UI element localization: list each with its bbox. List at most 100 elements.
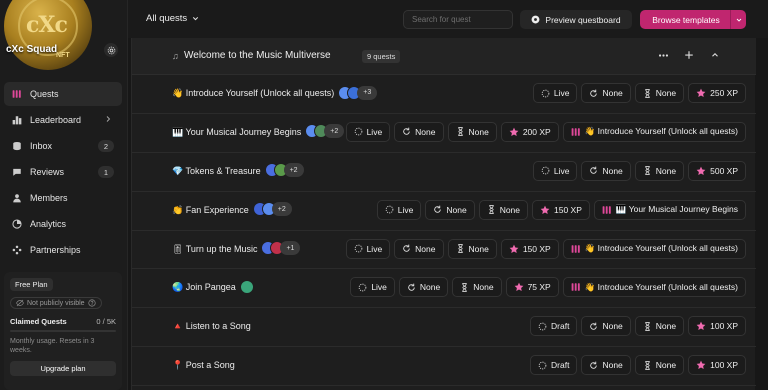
xp-chip[interactable]: 500 XP	[688, 160, 746, 181]
cooldown-chip[interactable]: None	[447, 238, 497, 259]
status-chip[interactable]: Live	[345, 238, 391, 259]
unlock-condition-chip-label: 👋 Introduce Yourself (Unlock all quests)	[584, 243, 738, 254]
more-avatars-badge: +2	[283, 163, 304, 178]
xp-chip[interactable]: 100 XP	[688, 355, 746, 376]
preview-questboard-button[interactable]: Preview questboard	[520, 10, 632, 29]
quests-icon	[602, 205, 612, 215]
recurrence-chip[interactable]: None	[581, 160, 631, 181]
quest-title: 🎹 Your Musical Journey Begins	[172, 126, 302, 137]
assignee-avatars[interactable]: +3	[338, 85, 378, 100]
refresh-icon	[589, 361, 598, 370]
search-input[interactable]	[403, 10, 513, 29]
sidebar-item-leaderboard[interactable]: Leaderboard	[4, 108, 122, 132]
sidebar-item-label: Reviews	[30, 167, 65, 177]
status-dotted-circle-icon	[538, 322, 547, 331]
assignee-avatars[interactable]: +2	[252, 202, 292, 217]
status-chip[interactable]: Draft	[530, 355, 578, 376]
xp-chip[interactable]: 200 XP	[500, 121, 559, 142]
gear-icon[interactable]	[104, 43, 118, 57]
status-chip[interactable]: Live	[532, 160, 578, 181]
upgrade-plan-button[interactable]: Upgrade plan	[10, 361, 116, 376]
cooldown-chip[interactable]: None	[634, 160, 685, 181]
quest-properties: Live None None 75 XP 👋 Introduce Yourself (U…	[350, 277, 746, 298]
more-avatars-badge: +3	[357, 85, 378, 100]
quest-row[interactable]: 🌏 Join Pangea Live None None 75 XP 👋 Introduc…	[132, 269, 756, 309]
sidebar-item-inbox[interactable]: Inbox 2	[4, 134, 122, 158]
quest-row[interactable]: 💎 Tokens & Treasure +2 Live None None 500 XP	[132, 153, 756, 192]
unlock-condition-chip-label: 🎹 Your Musical Journey Begins	[615, 204, 738, 215]
sidebar-item-members[interactable]: Members	[4, 186, 122, 210]
preview-label: Preview questboard	[545, 14, 621, 25]
xp-chip[interactable]: 75 XP	[505, 277, 559, 298]
reviews-icon	[12, 167, 22, 177]
recurrence-chip[interactable]: None	[394, 238, 444, 259]
chevron-up-icon[interactable]	[708, 48, 722, 62]
assignee-avatars[interactable]: +1	[261, 241, 301, 256]
quest-row[interactable]: 👏 Fan Experience +2 Live None None 150 XP 🎹 Yo…	[132, 192, 756, 231]
recurrence-chip[interactable]: None	[581, 355, 631, 376]
xp-chip[interactable]: 150 XP	[500, 238, 559, 259]
sidebar-item-partnerships[interactable]: Partnerships	[4, 238, 122, 262]
status-dotted-circle-icon	[385, 205, 394, 214]
quest-row[interactable]: 🔺 Listen to a Song Draft None None 100 XP	[132, 308, 756, 348]
quest-properties: Live None None 500 XP	[532, 160, 746, 181]
quest-row[interactable]: 🎚 Turn up the Music +1 Live None None 150 XP 👋…	[132, 231, 756, 270]
sidebar-item-reviews[interactable]: Reviews 1	[4, 160, 122, 184]
cooldown-chip[interactable]: None	[634, 83, 685, 103]
quest-properties: Live None None 150 XP 🎹 Your Musical Journey…	[376, 199, 746, 220]
status-chip[interactable]: Live	[345, 121, 391, 142]
quest-count-badge: 9 quests	[362, 50, 401, 63]
xp-chip[interactable]: 150 XP	[532, 199, 590, 220]
sidebar-item-label: Quests	[30, 89, 59, 99]
recurrence-chip[interactable]: None	[394, 121, 444, 142]
assignee-avatars[interactable]	[239, 279, 254, 294]
count-badge: 1	[98, 166, 114, 178]
assignee-avatars[interactable]: +2	[264, 163, 304, 178]
quest-filter-dropdown[interactable]: All quests	[146, 13, 200, 24]
cooldown-chip[interactable]: None	[634, 355, 685, 376]
add-icon[interactable]	[682, 48, 696, 62]
unlock-condition-chip[interactable]: 👋 Introduce Yourself (Unlock all quests)	[562, 121, 746, 142]
recurrence-chip[interactable]: None	[581, 83, 631, 103]
browse-templates-button[interactable]: Browse templates	[640, 10, 746, 29]
unlock-condition-chip[interactable]: 🎹 Your Musical Journey Begins	[593, 199, 746, 220]
cooldown-chip[interactable]: None	[452, 277, 502, 298]
status-chip[interactable]: Live	[532, 83, 578, 103]
recurrence-chip[interactable]: None	[398, 277, 449, 298]
hourglass-icon	[460, 283, 469, 292]
quest-row[interactable]: 📍 Post a Song Draft None None 100 XP	[132, 347, 756, 387]
sidebar-item-quests[interactable]: Quests	[4, 82, 122, 106]
quests-icon	[571, 127, 581, 137]
recurrence-chip-label: None	[602, 321, 623, 332]
more-options-icon[interactable]	[656, 48, 670, 62]
refresh-icon	[589, 89, 598, 98]
quest-row[interactable]: 👋 Introduce Yourself (Unlock all quests)…	[132, 75, 756, 114]
unlock-condition-chip[interactable]: 👋 Introduce Yourself (Unlock all quests)	[562, 277, 746, 298]
section-header[interactable]: ♫ Welcome to the Music Multiverse 9 ques…	[132, 38, 756, 75]
recurrence-chip[interactable]: None	[581, 316, 631, 337]
recurrence-chip[interactable]: None	[425, 199, 475, 220]
chevron-down-icon[interactable]	[730, 10, 746, 29]
status-chip[interactable]: Live	[376, 199, 422, 220]
assignee-avatars[interactable]: +2	[305, 124, 345, 139]
visibility-badge[interactable]: Not publicly visible	[10, 297, 102, 309]
cooldown-chip[interactable]: None	[478, 199, 529, 220]
status-chip[interactable]: Draft	[530, 316, 578, 337]
cooldown-chip[interactable]: None	[634, 316, 685, 337]
xp-chip-label: 250 XP	[710, 88, 738, 98]
eye-icon	[531, 15, 540, 24]
quest-title: 🌏 Join Pangea	[172, 282, 236, 293]
quest-row[interactable]: 🎹 Your Musical Journey Begins +2 Live None N…	[132, 114, 756, 153]
community-header[interactable]: cXc NFT cXc Squad	[0, 0, 128, 70]
xp-chip[interactable]: 100 XP	[688, 316, 746, 337]
status-chip[interactable]: Live	[350, 277, 395, 298]
count-badge: 2	[98, 140, 114, 152]
unlock-condition-chip[interactable]: 👋 Introduce Yourself (Unlock all quests)	[562, 238, 746, 259]
sidebar-item-analytics[interactable]: Analytics	[4, 212, 122, 236]
cooldown-chip[interactable]: None	[447, 121, 497, 142]
xp-chip[interactable]: 250 XP	[688, 83, 746, 103]
quest-title: 🎚 Turn up the Music	[172, 243, 258, 254]
recurrence-chip-label: None	[602, 165, 623, 176]
quest-properties: Live None None 250 XP	[532, 83, 746, 103]
plan-card: Free Plan Not publicly visible Claimed Q…	[4, 272, 122, 390]
